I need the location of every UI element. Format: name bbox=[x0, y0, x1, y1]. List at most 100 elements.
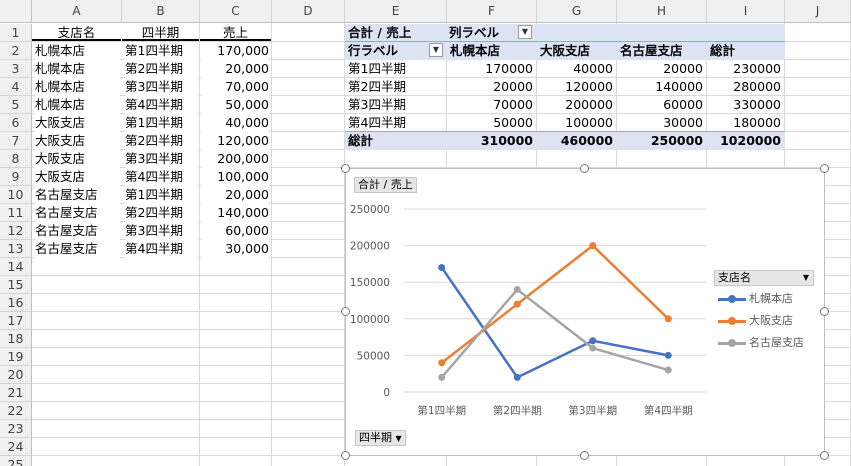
resize-handle-right[interactable] bbox=[820, 307, 829, 316]
row-header-22[interactable]: 22 bbox=[0, 402, 32, 420]
source-cell: 第2四半期 bbox=[125, 132, 198, 150]
source-cell: 大阪支店 bbox=[35, 114, 120, 132]
column-header-H[interactable]: H bbox=[617, 0, 707, 23]
row-header-1[interactable]: 1 bbox=[0, 24, 32, 42]
select-all-corner[interactable] bbox=[0, 0, 32, 23]
row-header-2[interactable]: 2 bbox=[0, 42, 32, 60]
pivot-col-label: 列ラベル bbox=[449, 25, 500, 40]
row-header-13[interactable]: 13 bbox=[0, 240, 32, 258]
row-header-18[interactable]: 18 bbox=[0, 330, 32, 348]
spreadsheet: ABCDEFGHIJ 1 2 3 4 5 6 7 8 9 10 11 12 13 14 15 16 17 18 19… bbox=[0, 0, 851, 466]
row-header-23[interactable]: 23 bbox=[0, 420, 32, 438]
data-point bbox=[589, 337, 597, 345]
source-cell: 札幌本店 bbox=[35, 42, 120, 60]
legend-marker-icon bbox=[718, 316, 746, 326]
row-header-5[interactable]: 5 bbox=[0, 96, 32, 114]
pivot-chart[interactable]: 0 50000 100000 150000 200000 250000 第1四半期 第2四半期… bbox=[345, 168, 825, 456]
source-cell: 70,000 bbox=[201, 78, 269, 96]
source-cell: 第3四半期 bbox=[125, 222, 198, 240]
row-header-8[interactable]: 8 bbox=[0, 150, 32, 168]
resize-handle-bottom-left[interactable] bbox=[341, 451, 350, 460]
pivot-total-cell: 250000 bbox=[650, 133, 703, 148]
row-filter-dropdown-icon[interactable]: ▼ bbox=[429, 43, 443, 57]
data-point bbox=[513, 286, 521, 294]
series-line-1 bbox=[440, 243, 670, 364]
resize-handle-top-left[interactable] bbox=[341, 164, 350, 173]
resize-handle-left[interactable] bbox=[341, 307, 350, 316]
source-cell: 50,000 bbox=[201, 96, 269, 114]
row-header-16[interactable]: 16 bbox=[0, 294, 32, 312]
column-header-C[interactable]: C bbox=[200, 0, 272, 23]
row-header-7[interactable]: 7 bbox=[0, 132, 32, 150]
resize-handle-bottom-right[interactable] bbox=[820, 451, 829, 460]
row-header-15[interactable]: 15 bbox=[0, 276, 32, 294]
source-cell: 100,000 bbox=[201, 168, 269, 186]
resize-handle-top-right[interactable] bbox=[820, 164, 829, 173]
row-header-12[interactable]: 12 bbox=[0, 222, 32, 240]
pivot-value-cell: 70000 bbox=[493, 97, 533, 112]
data-point bbox=[438, 264, 446, 272]
source-cell: 大阪支店 bbox=[35, 132, 120, 150]
source-cell: 140,000 bbox=[201, 204, 269, 222]
source-cell: 30,000 bbox=[201, 240, 269, 258]
row-header-11[interactable]: 11 bbox=[0, 204, 32, 222]
source-cell: 第1四半期 bbox=[125, 42, 198, 60]
column-header-D[interactable]: D bbox=[272, 0, 345, 23]
value-field-button[interactable]: 合計 / 売上 bbox=[354, 177, 417, 193]
source-cell: 札幌本店 bbox=[35, 78, 120, 96]
legend-marker-icon bbox=[718, 338, 746, 348]
pivot-total-cell: 310000 bbox=[480, 133, 533, 148]
source-cell: 40,000 bbox=[201, 114, 269, 132]
pivot-total-cell: 460000 bbox=[560, 133, 613, 148]
source-cell: 名古屋支店 bbox=[35, 204, 120, 222]
y-tick-label: 200000 bbox=[350, 241, 390, 253]
legend-item[interactable]: 札幌本店 bbox=[718, 290, 793, 306]
row-header-17[interactable]: 17 bbox=[0, 312, 32, 330]
row-header-24[interactable]: 24 bbox=[0, 438, 32, 456]
data-point bbox=[664, 366, 672, 374]
column-header-J[interactable]: J bbox=[785, 0, 851, 23]
row-header-4[interactable]: 4 bbox=[0, 78, 32, 96]
pivot-value-cell: 200000 bbox=[565, 97, 613, 112]
axis-field-button[interactable]: 四半期 ▼ bbox=[355, 430, 406, 446]
source-header: 売上 bbox=[200, 24, 271, 41]
x-tick-label: 第3四半期 bbox=[568, 404, 617, 417]
row-header-10[interactable]: 10 bbox=[0, 186, 32, 204]
resize-handle-bottom[interactable] bbox=[580, 451, 589, 460]
pivot-value-cell: 40000 bbox=[573, 61, 613, 76]
row-header-21[interactable]: 21 bbox=[0, 384, 32, 402]
source-cell: 名古屋支店 bbox=[35, 186, 120, 204]
resize-handle-top[interactable] bbox=[580, 164, 589, 173]
row-header-19[interactable]: 19 bbox=[0, 348, 32, 366]
row-header-25[interactable]: 25 bbox=[0, 456, 32, 466]
legend-item[interactable]: 名古屋支店 bbox=[718, 334, 804, 350]
data-point bbox=[438, 373, 446, 381]
y-tick-label: 100000 bbox=[350, 314, 390, 326]
data-point bbox=[513, 373, 521, 381]
legend-field-button[interactable]: 支店名 ▼ bbox=[714, 270, 814, 286]
pivot-value-cell: 180000 bbox=[733, 115, 781, 130]
column-header-I[interactable]: I bbox=[707, 0, 785, 23]
row-header-9[interactable]: 9 bbox=[0, 168, 32, 186]
column-header-G[interactable]: G bbox=[537, 0, 617, 23]
legend-item[interactable]: 大阪支店 bbox=[718, 312, 793, 328]
column-header-F[interactable]: F bbox=[447, 0, 537, 23]
source-cell: 第1四半期 bbox=[125, 114, 198, 132]
pivot-value-cell: 30000 bbox=[663, 115, 703, 130]
x-tick-label: 第1四半期 bbox=[417, 404, 466, 417]
pivot-row-label: 行ラベル bbox=[348, 43, 399, 58]
row-header-3[interactable]: 3 bbox=[0, 60, 32, 78]
column-header-A[interactable]: A bbox=[32, 0, 122, 23]
source-cell: 第2四半期 bbox=[125, 204, 198, 222]
row-header-14[interactable]: 14 bbox=[0, 258, 32, 276]
pivot-row-label-cell: 第4四半期 bbox=[348, 115, 406, 130]
column-header-B[interactable]: B bbox=[122, 0, 200, 23]
pivot-value-cell: 330000 bbox=[733, 97, 781, 112]
row-header-6[interactable]: 6 bbox=[0, 114, 32, 132]
data-point bbox=[589, 344, 597, 352]
col-filter-dropdown-icon[interactable]: ▼ bbox=[518, 25, 532, 39]
source-cell: 第4四半期 bbox=[125, 96, 198, 114]
column-header-E[interactable]: E bbox=[345, 0, 447, 23]
pivot-row-label-cell: 第3四半期 bbox=[348, 97, 406, 112]
row-header-20[interactable]: 20 bbox=[0, 366, 32, 384]
